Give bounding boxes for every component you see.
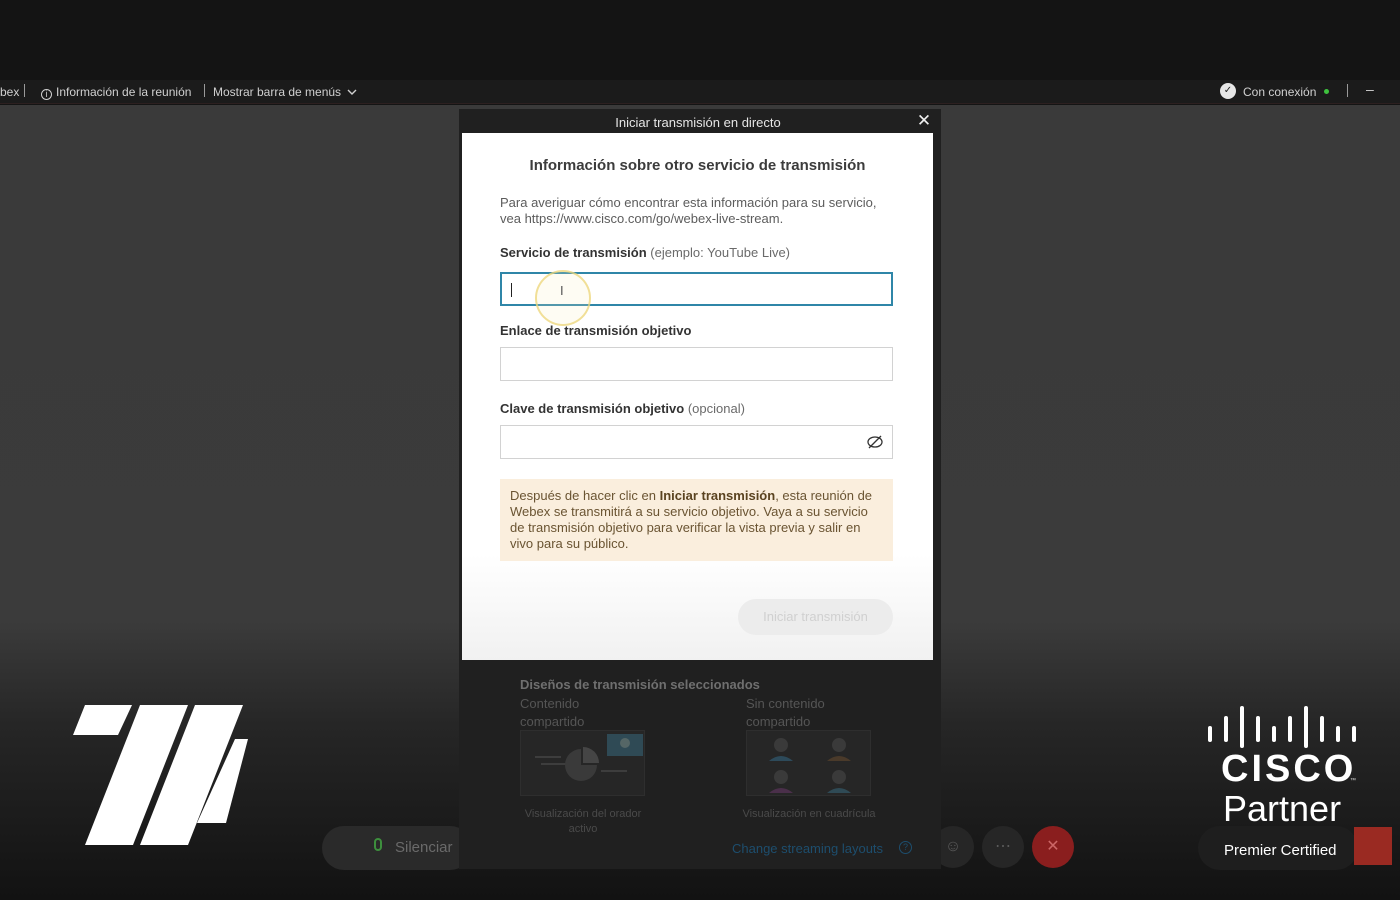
active-speaker-layout-thumbnail[interactable] (520, 730, 645, 796)
partner-label: Partner (1223, 788, 1342, 829)
help-icon[interactable]: ? (899, 841, 912, 854)
minimize-icon[interactable]: – (1366, 81, 1374, 97)
target-link-input[interactable] (500, 347, 893, 381)
menubar-divider (204, 84, 205, 97)
streaming-notice: Después de hacer clic en Iniciar transmi… (500, 479, 893, 561)
cisco-bridge-logo (1208, 706, 1356, 748)
meeting-info-menu[interactable]: i Información de la reunión (41, 85, 191, 100)
connection-icon: ✓ (1220, 83, 1236, 99)
key-label-text: Clave de transmisión objetivo (500, 401, 685, 416)
service-hint: (ejemplo: YouTube Live) (650, 245, 791, 260)
connection-label: Con conexión (1243, 85, 1317, 99)
key-hint: (opcional) (687, 401, 745, 416)
layouts-title: Diseños de transmisión seleccionados (520, 677, 760, 692)
grid-participants-icon (769, 738, 851, 793)
meeting-menubar: bex i Información de la reunión Mostrar b… (0, 80, 1400, 104)
menubar-divider (1347, 84, 1348, 97)
live-stream-dialog: Iniciar transmisión en directo ✕ Informa… (459, 109, 941, 869)
dialog-heading: Información sobre otro servicio de trans… (529, 157, 866, 174)
info-icon: i (41, 89, 52, 100)
change-layouts-link[interactable]: Change streaming layouts (732, 841, 883, 856)
notice-before: Después de hacer clic en (510, 488, 660, 503)
status-online-dot (1324, 89, 1330, 94)
eye-off-icon[interactable] (866, 433, 884, 451)
end-call-button[interactable]: ✕ (1032, 826, 1074, 868)
shared-content-preview-icon (535, 734, 643, 781)
more-options-button[interactable]: ⋯ (982, 826, 1024, 868)
target-key-input[interactable] (500, 425, 893, 459)
active-speaker-caption: Visualización del orador activo (524, 808, 642, 835)
dialog-body: Información sobre otro servicio de trans… (462, 133, 933, 660)
layout-no-content-label: Sin contenido compartido (746, 696, 825, 729)
service-label-text: Servicio de transmisión (500, 245, 647, 260)
cisco-wordmark: CISCO (1221, 748, 1357, 790)
premier-certified-label: Premier Certified (1224, 842, 1337, 859)
top-bar-background (0, 0, 1400, 80)
trademark-mark: ™ (1350, 778, 1356, 784)
dialog-description: Para averiguar cómo encontrar esta infor… (500, 195, 877, 226)
text-caret (511, 283, 512, 297)
meeting-info-label: Información de la reunión (56, 85, 192, 99)
menubar-divider (24, 84, 25, 97)
mute-label: Silenciar (395, 839, 453, 856)
show-menu-bar-label: Mostrar barra de menús (213, 85, 342, 99)
target-key-label: Clave de transmisión objetivo (opcional) (500, 401, 745, 416)
grid-layout-thumbnail[interactable] (746, 730, 871, 796)
microphone-icon (374, 838, 382, 851)
service-field-label: Servicio de transmisión (ejemplo: YouTub… (500, 245, 790, 260)
target-link-label: Enlace de transmisión objetivo (500, 323, 692, 338)
grid-caption: Visualización en cuadrícula (742, 808, 876, 820)
corner-brand-logo (1354, 827, 1392, 865)
app-name-fragment: bex (0, 85, 20, 99)
connection-status[interactable]: Con conexión (1243, 85, 1330, 99)
close-icon[interactable]: ✕ (915, 112, 933, 130)
dialog-title: Iniciar transmisión en directo (615, 115, 781, 130)
start-streaming-button[interactable]: Iniciar transmisión (738, 599, 893, 635)
ibeam-cursor-icon: I (560, 283, 564, 298)
notice-bold: Iniciar transmisión (659, 488, 776, 503)
show-menu-bar-toggle[interactable]: Mostrar barra de menús (213, 85, 357, 99)
layout-shared-label: Contenido compartido (520, 696, 585, 729)
cursor-highlight (535, 270, 591, 326)
partner-brand-logo (73, 705, 248, 845)
chevron-down-icon (347, 89, 357, 95)
